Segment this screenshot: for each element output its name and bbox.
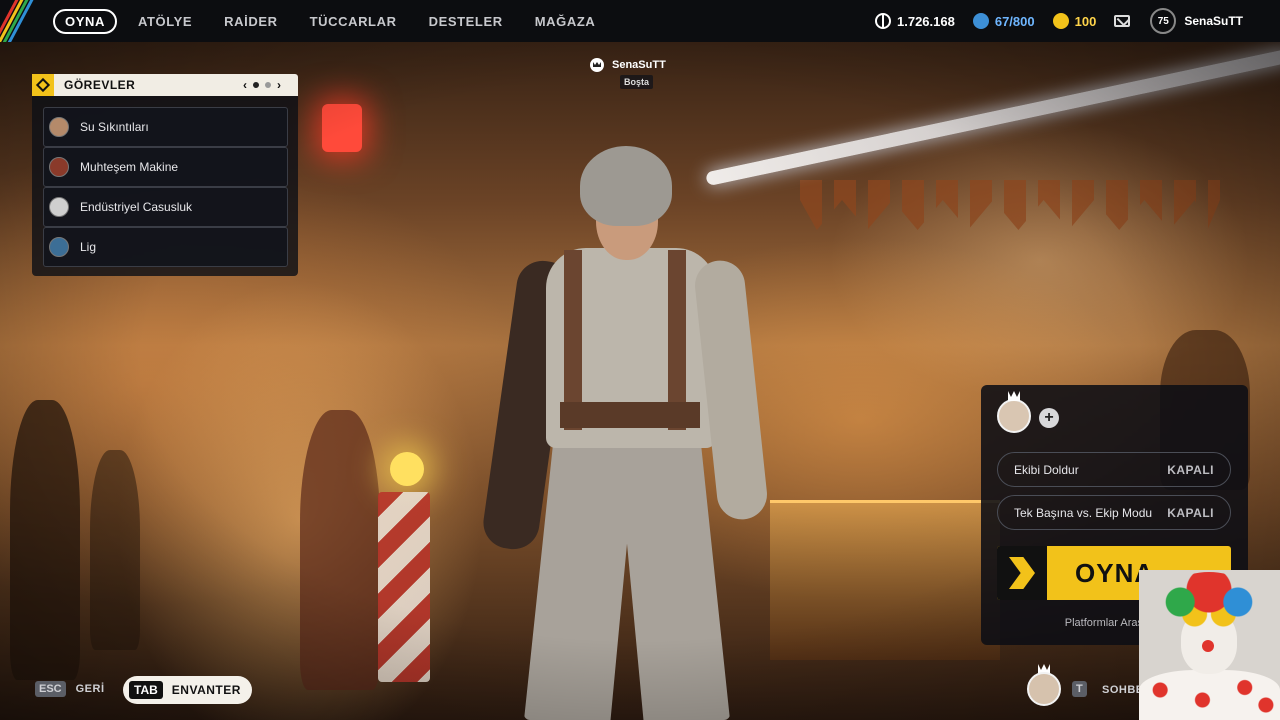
solo-vs-squad-toggle[interactable]: Tek Başına vs. Ekip Modu KAPALI [997, 495, 1231, 530]
raider-tokens-display[interactable]: 67/800 [972, 13, 1035, 29]
tab-key-badge: TAB [129, 681, 163, 699]
back-hint[interactable]: ESC GERİ [35, 681, 105, 697]
crown-icon [1008, 391, 1020, 401]
top-navigation-bar: OYNA ATÖLYE RAİDER TÜCCARLAR DESTELER MA… [0, 0, 1280, 42]
crown-icon [590, 58, 604, 72]
coins-amount: 1.726.168 [897, 13, 955, 29]
coin-icon [875, 13, 891, 29]
nav-tab-play[interactable]: OYNA [53, 9, 117, 34]
raider-token-icon [972, 13, 989, 29]
esc-key-badge: ESC [35, 681, 66, 697]
player-nameplate: SenaSuTT Boşta [590, 58, 670, 90]
quest-item[interactable]: Lig [43, 227, 288, 267]
quest-item[interactable]: Endüstriyel Casusluk [43, 187, 288, 227]
nameplate-username: SenaSuTT [612, 59, 666, 71]
inventory-label: ENVANTER [171, 683, 241, 697]
chevron-left-icon[interactable]: ‹ [243, 78, 247, 92]
player-level-badge[interactable]: 75 [1150, 8, 1177, 34]
party-leader-avatar[interactable] [997, 399, 1031, 433]
player-status-badge: Boşta [619, 75, 653, 89]
quest-label: Endüstriyel Casusluk [80, 200, 193, 214]
credits-display[interactable]: 100 [1052, 13, 1097, 29]
quest-giver-avatar [49, 117, 69, 137]
quest-diamond-icon [32, 74, 54, 96]
add-party-member-button[interactable]: + [1039, 408, 1059, 428]
webcam-overlay [1139, 570, 1280, 720]
page-dot-active [253, 82, 259, 88]
quest-list: Su Sıkıntıları Muhteşem Makine Endüstriy… [43, 107, 288, 267]
fill-team-toggle[interactable]: Ekibi Doldur KAPALI [997, 452, 1231, 487]
raider-tokens-amount: 67/800 [994, 13, 1035, 29]
nav-tab-decks[interactable]: DESTELER [418, 9, 514, 34]
mail-icon[interactable] [1114, 15, 1131, 27]
nav-tab-workshop[interactable]: ATÖLYE [127, 9, 203, 34]
quest-giver-avatar [49, 157, 69, 177]
quest-item[interactable]: Muhteşem Makine [43, 147, 288, 187]
quests-title: GÖREVLER [64, 78, 136, 92]
quest-label: Muhteşem Makine [80, 160, 179, 174]
back-label: GERİ [75, 683, 105, 695]
quest-label: Lig [80, 240, 97, 254]
main-nav: OYNA ATÖLYE RAİDER TÜCCARLAR DESTELER MA… [53, 9, 616, 34]
quest-item[interactable]: Su Sıkıntıları [43, 107, 288, 147]
nav-tab-raider[interactable]: RAİDER [213, 9, 288, 34]
clown-collar [1139, 670, 1280, 720]
quests-header: GÖREVLER ‹ › [32, 74, 298, 96]
quests-panel: GÖREVLER ‹ › Su Sıkıntıları Muhteşem Mak… [32, 74, 298, 276]
play-chevron-icon [997, 546, 1047, 600]
coins-display[interactable]: 1.726.168 [875, 13, 955, 29]
fill-team-value: KAPALI [1167, 462, 1214, 477]
quests-pager: ‹ › [240, 78, 284, 92]
page-dot [265, 82, 271, 88]
nav-tab-traders[interactable]: TÜCCARLAR [299, 9, 408, 34]
quest-giver-avatar [49, 197, 69, 217]
currency-bar: 1.726.168 67/800 100 75 SenaSuTT [875, 0, 1280, 42]
quest-giver-avatar [49, 237, 69, 257]
solo-vs-squad-value: KAPALI [1167, 505, 1214, 520]
brand-stripes-logo [0, 0, 40, 42]
clown-wig [1161, 572, 1257, 632]
chevron-right-icon[interactable]: › [277, 78, 281, 92]
chat-key-badge: T [1072, 681, 1087, 697]
credits-amount: 100 [1074, 13, 1097, 29]
fill-team-label: Ekibi Doldur [1014, 462, 1079, 477]
quest-label: Su Sıkıntıları [80, 120, 149, 134]
profile-username[interactable]: SenaSuTT [1184, 14, 1243, 28]
credits-icon [1052, 13, 1069, 29]
clown-nose [1202, 640, 1214, 652]
inventory-hint-button[interactable]: TAB ENVANTER [123, 676, 252, 704]
solo-vs-squad-label: Tek Başına vs. Ekip Modu [1014, 505, 1153, 520]
nav-tab-store[interactable]: MAĞAZA [524, 9, 607, 34]
nameplate-name-row: SenaSuTT [590, 58, 670, 72]
chat-label[interactable]: SOHBE [1102, 684, 1144, 696]
chat-player-avatar[interactable] [1027, 672, 1061, 706]
